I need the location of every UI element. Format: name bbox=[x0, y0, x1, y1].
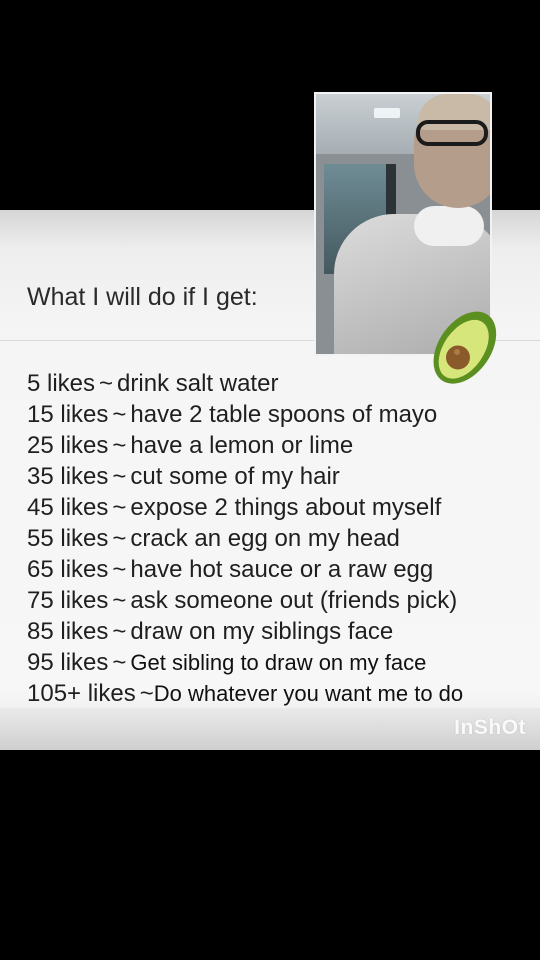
tilde-separator: ~ bbox=[139, 680, 154, 707]
hoodie-collar bbox=[414, 206, 484, 246]
tilde-separator: ~ bbox=[112, 556, 127, 583]
list-item: 95 likes ~ Get sibling to draw on my face bbox=[27, 647, 537, 678]
inshot-watermark: InShOt bbox=[454, 716, 526, 739]
action-text: Get sibling to draw on my face bbox=[130, 650, 427, 675]
avocado-icon bbox=[433, 311, 497, 384]
like-count: 85 likes bbox=[27, 618, 109, 645]
action-text: Do whatever you want me to do bbox=[153, 681, 464, 706]
tilde-separator: ~ bbox=[112, 432, 127, 459]
action-text: have 2 table spoons of mayo bbox=[130, 401, 438, 428]
glasses-icon bbox=[416, 120, 488, 146]
action-text: crack an egg on my head bbox=[130, 525, 400, 552]
page-title: What I will do if I get: bbox=[27, 283, 258, 311]
tilde-separator: ~ bbox=[112, 618, 127, 645]
likes-list: 5 likes ~ drink salt water 15 likes ~ have 2… bbox=[27, 368, 537, 709]
action-text: draw on my siblings face bbox=[130, 618, 394, 645]
list-item: 105+ likes ~Do whatever you want me to do bbox=[27, 678, 537, 709]
like-count: 15 likes bbox=[27, 401, 109, 428]
action-text: have a lemon or lime bbox=[130, 432, 354, 459]
list-item: 35 likes ~ cut some of my hair bbox=[27, 461, 537, 492]
video-screen: What I will do if I get: 5 likes ~ drink s… bbox=[0, 0, 540, 960]
list-item: 25 likes ~ have a lemon or lime bbox=[27, 430, 537, 461]
like-count: 5 likes bbox=[27, 370, 96, 397]
tilde-separator: ~ bbox=[112, 463, 127, 490]
list-item: 15 likes ~ have 2 table spoons of mayo bbox=[27, 399, 537, 430]
like-count: 55 likes bbox=[27, 525, 109, 552]
list-item: 55 likes ~ crack an egg on my head bbox=[27, 523, 537, 554]
like-count: 105+ likes bbox=[27, 680, 136, 707]
action-text: ask someone out (friends pick) bbox=[130, 587, 458, 614]
list-item: 85 likes ~ draw on my siblings face bbox=[27, 616, 537, 647]
tilde-separator: ~ bbox=[112, 649, 127, 676]
like-count: 35 likes bbox=[27, 463, 109, 490]
list-item: 65 likes ~ have hot sauce or a raw egg bbox=[27, 554, 537, 585]
like-count: 25 likes bbox=[27, 432, 109, 459]
like-count: 75 likes bbox=[27, 587, 109, 614]
action-text: have hot sauce or a raw egg bbox=[130, 556, 434, 583]
action-text: drink salt water bbox=[117, 370, 279, 397]
tilde-separator: ~ bbox=[112, 494, 127, 521]
tilde-separator: ~ bbox=[112, 401, 127, 428]
list-item: 45 likes ~ expose 2 things about myself bbox=[27, 492, 537, 523]
tilde-separator: ~ bbox=[112, 525, 127, 552]
action-text: expose 2 things about myself bbox=[130, 494, 442, 521]
tilde-separator: ~ bbox=[99, 370, 114, 397]
ceiling-light bbox=[374, 108, 400, 118]
like-count: 65 likes bbox=[27, 556, 109, 583]
like-count: 95 likes bbox=[27, 649, 109, 676]
tilde-separator: ~ bbox=[112, 587, 127, 614]
list-item: 75 likes ~ ask someone out (friends pick) bbox=[27, 585, 537, 616]
action-text: cut some of my hair bbox=[130, 463, 340, 490]
like-count: 45 likes bbox=[27, 494, 109, 521]
